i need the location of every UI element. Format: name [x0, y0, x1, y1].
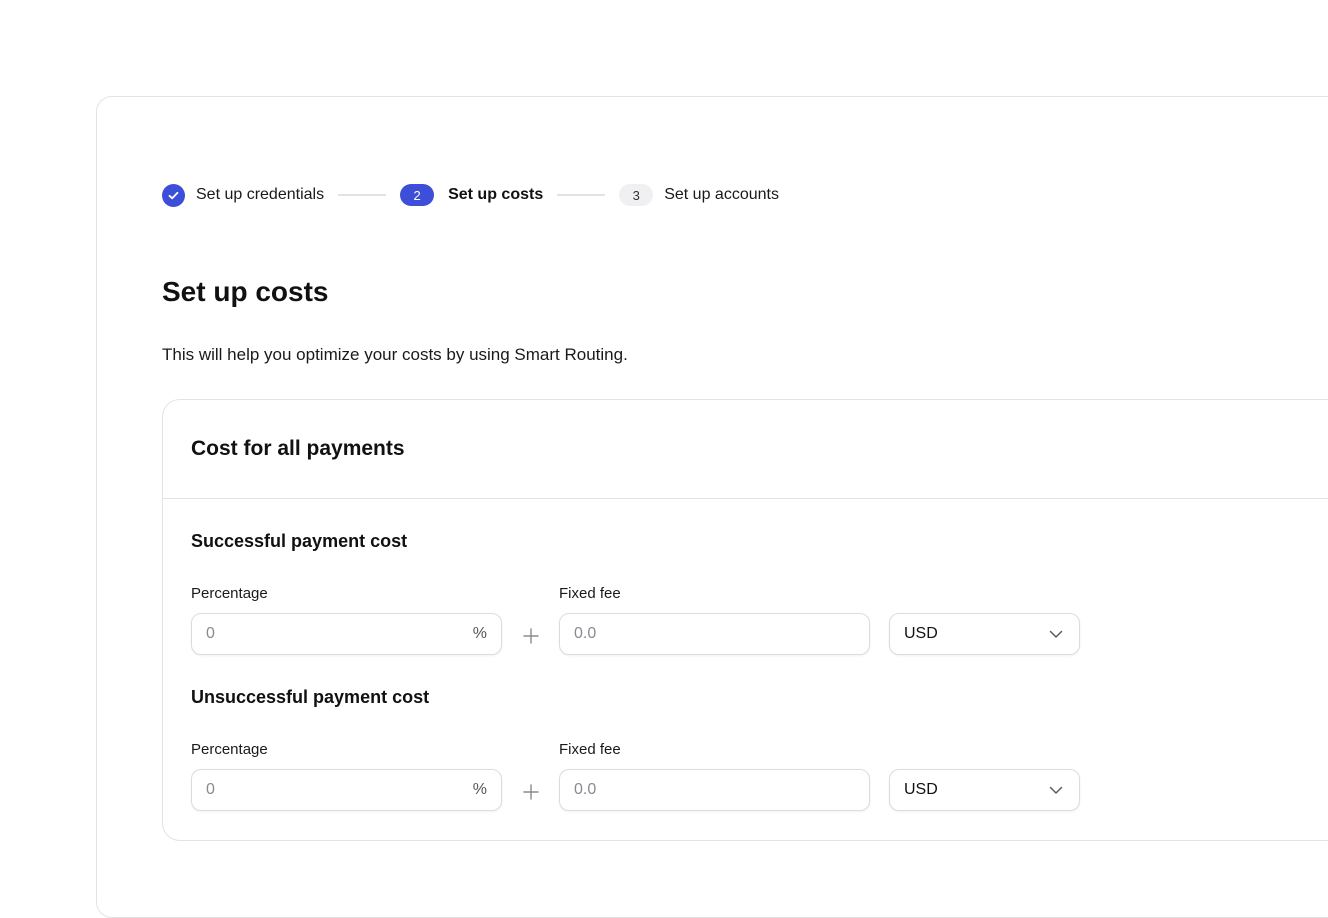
step-accounts[interactable]: 3 Set up accounts — [619, 184, 779, 206]
check-icon — [162, 183, 185, 207]
unsuccessful-cost-title: Unsuccessful payment cost — [191, 687, 430, 707]
step-credentials[interactable]: Set up credentials — [162, 183, 325, 207]
percent-suffix: % — [472, 781, 487, 798]
successful-percentage-label: Percentage — [191, 585, 268, 602]
unsuccessful-fixed-fee-field — [559, 769, 870, 811]
step-label: Set up costs — [448, 186, 544, 203]
successful-percentage-input[interactable] — [206, 625, 467, 643]
unsuccessful-percentage-field: % — [191, 769, 502, 811]
step-number-badge: 2 — [400, 184, 435, 206]
card-title: Cost for all payments — [191, 437, 405, 460]
step-costs[interactable]: 2 Set up costs — [400, 184, 543, 206]
page-subtitle: This will help you optimize your costs b… — [162, 345, 628, 364]
successful-percentage-field: % — [191, 613, 502, 655]
page-title: Set up costs — [162, 276, 329, 307]
plus-icon — [523, 784, 539, 800]
step-connector — [557, 194, 606, 196]
cost-card: Cost for all payments Successful payment… — [162, 399, 1328, 841]
step-label: Set up accounts — [664, 186, 779, 203]
stepper: Set up credentials 2 Set up costs 3 Set … — [162, 182, 779, 208]
chevron-down-icon — [1049, 786, 1063, 794]
unsuccessful-fixed-fee-input[interactable] — [574, 781, 855, 799]
successful-cost-title: Successful payment cost — [191, 531, 408, 551]
chevron-down-icon — [1049, 630, 1063, 638]
plus-icon — [523, 628, 539, 644]
successful-fixed-fee-input[interactable] — [574, 625, 855, 643]
percent-suffix: % — [472, 625, 487, 642]
successful-fixed-fee-label: Fixed fee — [559, 585, 621, 602]
unsuccessful-percentage-label: Percentage — [191, 741, 268, 758]
currency-value: USD — [904, 781, 938, 798]
step-connector — [338, 194, 387, 196]
unsuccessful-currency-select[interactable]: USD — [889, 769, 1080, 811]
currency-value: USD — [904, 625, 938, 642]
unsuccessful-percentage-input[interactable] — [206, 781, 467, 799]
step-label: Set up credentials — [196, 186, 325, 203]
unsuccessful-fixed-fee-label: Fixed fee — [559, 741, 621, 758]
successful-fixed-fee-field — [559, 613, 870, 655]
step-number-badge: 3 — [619, 184, 654, 206]
card-header: Cost for all payments — [163, 400, 1328, 499]
successful-currency-select[interactable]: USD — [889, 613, 1080, 655]
